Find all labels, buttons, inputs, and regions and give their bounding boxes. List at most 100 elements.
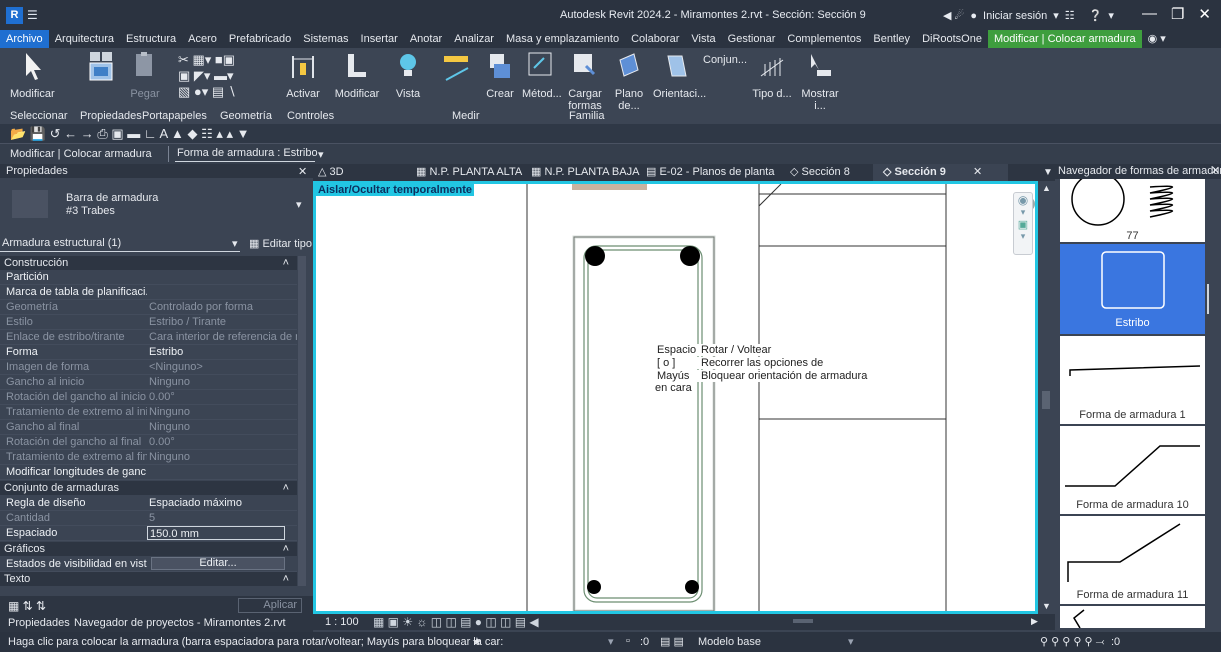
chevron-down-icon[interactable]: ▾ xyxy=(1014,231,1032,242)
type-selector[interactable]: Barra de armadura #3 Trabes ▾ xyxy=(0,178,313,230)
menu-analizar[interactable]: Analizar xyxy=(448,30,500,48)
menu-prefabricado[interactable]: Prefabricado xyxy=(223,30,297,48)
property-row[interactable]: Cantidad 5 xyxy=(0,511,297,526)
navigation-bar[interactable]: ◉ ▾ ▣ ▾ xyxy=(1013,192,1033,255)
scroll-up-icon[interactable]: ▲ xyxy=(1042,183,1051,193)
panel-geometria[interactable]: Geometría xyxy=(220,110,272,122)
properties-scrollbar[interactable] xyxy=(298,256,306,586)
binoculars-icon[interactable]: ◀ ☄ xyxy=(943,9,964,22)
property-row-visibility[interactable]: Estados de visibilidad en vista Editar..… xyxy=(0,557,297,572)
panel-familia[interactable]: Familia xyxy=(569,110,604,122)
spacing-input[interactable]: 150.0 mm xyxy=(147,526,285,540)
shape-item-forma-11[interactable]: Forma de armadura 11 xyxy=(1060,516,1205,604)
menu-modificar-colocar-armadura[interactable]: Modificar | Colocar armadura xyxy=(987,30,1142,48)
tab-seccion-8[interactable]: ◇ Sección 8 xyxy=(790,164,850,181)
cart-icon[interactable]: ☷ xyxy=(1065,9,1075,22)
paint-icons[interactable]: ▧ ●▾ ▤ ∖ xyxy=(178,84,278,100)
selection-options-icons[interactable]: ⚲ ⚲ ⚲ ⚲ ⚲ ⤙ xyxy=(1040,635,1104,649)
close-icon[interactable]: ✕ xyxy=(298,165,307,178)
set-button[interactable]: Conjun... xyxy=(703,54,747,66)
clipboard-geometry-tools[interactable]: ✂ ▦▾ ■▣ ▣ ◤▾ ▬▾ ▧ ●▾ ▤ ∖ xyxy=(178,52,278,100)
property-row[interactable]: Espaciado 150.0 mm xyxy=(0,526,297,541)
property-row[interactable]: Tratamiento de extremo al fin... Ninguno xyxy=(0,450,297,465)
close-icon[interactable]: ✕ xyxy=(1198,5,1211,23)
sort-icons[interactable]: ▦ ⇅ ⇅ xyxy=(8,599,46,613)
edit-type-button[interactable]: ▦ Editar tipo xyxy=(249,237,312,250)
view-control-icons[interactable]: ▦ ▣ ☀ ☼ ◫ ◫ ▤ ● ◫ ◫ ▤ ◀ xyxy=(373,615,539,629)
menu-gestionar[interactable]: Gestionar xyxy=(722,30,782,48)
edit-visibility-button[interactable]: Editar... xyxy=(151,557,285,570)
property-row[interactable]: Geometría Controlado por forma xyxy=(0,300,297,315)
menu-sistemas[interactable]: Sistemas xyxy=(297,30,354,48)
tab-propiedades[interactable]: Propiedades xyxy=(8,617,70,629)
restore-icon[interactable]: ❐ xyxy=(1171,5,1184,23)
tab-np-planta-baja[interactable]: ▦ N.P. PLANTA BAJA xyxy=(531,164,639,181)
collapse-icon[interactable]: ˄ xyxy=(283,256,289,270)
menu-bentley[interactable]: Bentley xyxy=(867,30,916,48)
tab-np-planta-alta[interactable]: ▦ N.P. PLANTA ALTA xyxy=(416,164,522,181)
chevron-down-icon[interactable]: ▾ xyxy=(1053,9,1059,22)
property-row[interactable]: Enlace de estribo/tirante Cara interior d… xyxy=(0,330,297,345)
worksharing-icon[interactable]: ★ xyxy=(472,635,482,648)
quick-access-icons[interactable]: 📂 💾 ↺ ← → ⎙ ▣ ▬ ∟ A ▲ ◆ ☷ ▴ ▴ ▼ xyxy=(10,126,250,142)
type-button[interactable]: Tipo d... xyxy=(750,50,794,100)
shape-select[interactable]: Forma de armadura : Estribo xyxy=(175,146,318,162)
property-row[interactable]: Gancho al final Ninguno xyxy=(0,420,297,435)
shape-item-next[interactable] xyxy=(1060,606,1205,629)
close-icon[interactable]: ✕ xyxy=(1211,164,1220,177)
measure-tools[interactable] xyxy=(432,50,482,88)
horizontal-scroll-thumb[interactable] xyxy=(793,619,813,623)
property-row[interactable]: Tratamiento de extremo al ini... Ninguno xyxy=(0,405,297,420)
property-row[interactable]: Modificar longitudes de ganc... xyxy=(0,465,297,480)
tab-list-icon[interactable]: ▼ xyxy=(1043,164,1053,181)
menu-anotar[interactable]: Anotar xyxy=(404,30,448,48)
panel-portapapeles[interactable]: Portapapeles xyxy=(142,110,207,122)
paste-button[interactable]: Pegar xyxy=(128,50,162,100)
tab-e02[interactable]: ▤ E-02 - Planos de planta xyxy=(646,164,774,181)
menu-acero[interactable]: Acero xyxy=(182,30,223,48)
menu-complementos[interactable]: Complementos xyxy=(781,30,867,48)
camera-icon[interactable]: ◉ ▾ xyxy=(1142,30,1172,48)
user-icon[interactable]: ● xyxy=(970,10,977,22)
property-row[interactable]: Gancho al inicio Ninguno xyxy=(0,375,297,390)
filter-select[interactable]: Armadura estructural (1) xyxy=(0,237,240,252)
chevron-down-icon[interactable]: ▾ xyxy=(608,635,614,648)
scroll-down-icon[interactable]: ▼ xyxy=(1042,601,1051,611)
orientation-button[interactable]: Orientaci... xyxy=(653,50,706,100)
editable-icon[interactable]: ▫ xyxy=(626,635,630,647)
minimize-icon[interactable]: — xyxy=(1142,5,1157,23)
section-texto[interactable]: Texto ˄ xyxy=(0,572,297,586)
menu-estructura[interactable]: Estructura xyxy=(120,30,182,48)
menu-archivo[interactable]: Archivo xyxy=(0,30,49,48)
method-button[interactable]: Métod... xyxy=(522,50,562,100)
canvas-vertical-scrollbar[interactable]: ▲ ▼ xyxy=(1038,181,1055,614)
property-row[interactable]: Estilo Estribo / Tirante xyxy=(0,315,297,330)
section-conjunto[interactable]: Conjunto de armaduras ˄ xyxy=(0,481,297,495)
revit-logo[interactable]: R xyxy=(6,7,23,24)
placement-plane-button[interactable]: Plano de... xyxy=(606,50,652,112)
menu-icon[interactable]: ☰ xyxy=(27,9,41,21)
load-shapes-button[interactable]: Cargar formas xyxy=(566,50,604,112)
modify-view-button[interactable]: Modificar xyxy=(332,50,382,100)
menu-masa[interactable]: Masa y emplazamiento xyxy=(500,30,625,48)
help-icon[interactable]: ❔ xyxy=(1089,9,1103,22)
collapse-icon[interactable]: ˄ xyxy=(283,572,289,586)
close-icon[interactable]: ✕ xyxy=(973,164,982,181)
menu-arquitectura[interactable]: Arquitectura xyxy=(49,30,120,48)
shape-item-forma-1[interactable]: Forma de armadura 1 xyxy=(1060,336,1205,424)
panel-controles[interactable]: Controles xyxy=(287,110,334,122)
menu-vista[interactable]: Vista xyxy=(685,30,721,48)
zoom-icon[interactable]: ▣ xyxy=(1014,218,1032,231)
scroll-thumb[interactable] xyxy=(1042,391,1050,409)
panel-seleccionar[interactable]: Seleccionar xyxy=(10,110,67,122)
chevron-down-icon[interactable]: ▾ xyxy=(232,237,238,250)
apply-button[interactable]: Aplicar xyxy=(238,598,302,613)
design-options-icon[interactable]: ▤ ▤ xyxy=(660,635,684,648)
shape-item-forma-10[interactable]: Forma de armadura 10 xyxy=(1060,426,1205,514)
view-button[interactable]: Vista xyxy=(390,50,426,100)
design-option-select[interactable]: Modelo base xyxy=(698,636,761,648)
activate-button[interactable]: Activar xyxy=(285,50,321,100)
property-row[interactable]: Rotación del gancho al inicio 0.00° xyxy=(0,390,297,405)
show-button[interactable]: Mostrar i... xyxy=(795,50,845,112)
property-row[interactable]: Forma Estribo xyxy=(0,345,297,360)
